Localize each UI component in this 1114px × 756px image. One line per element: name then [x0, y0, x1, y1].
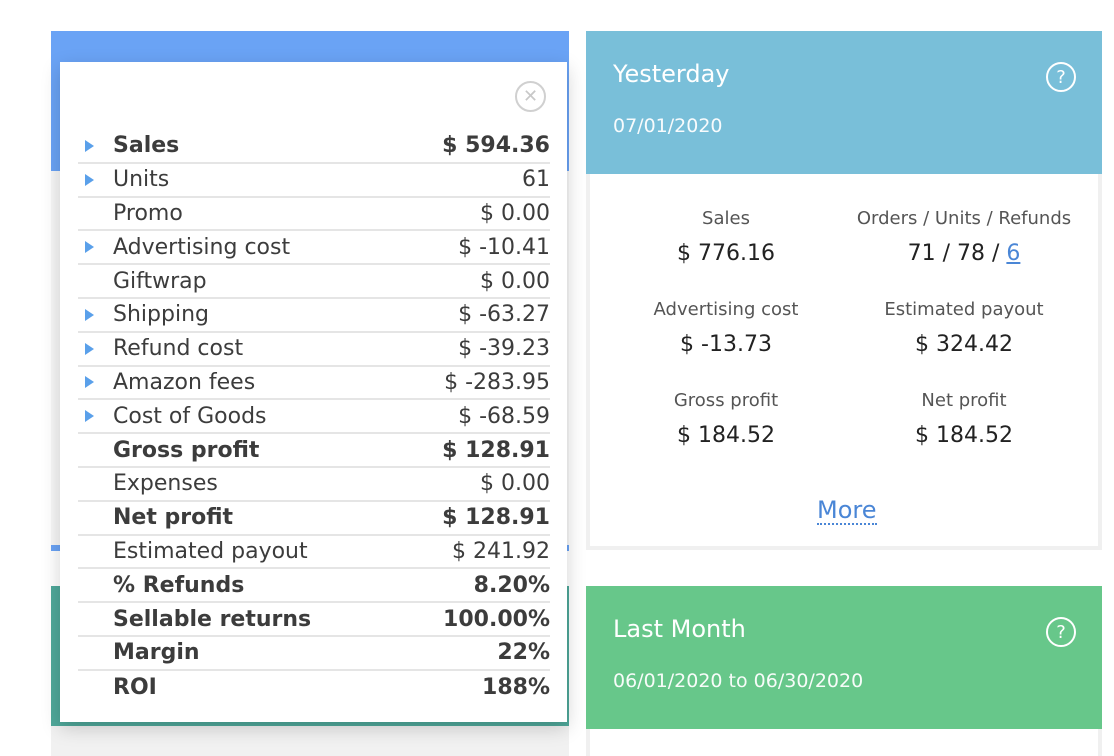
- stat-net-profit: Net profit $ 184.52: [844, 390, 1084, 448]
- breakdown-row: Giftwrap $ 0.00: [78, 265, 550, 299]
- row-label: Sellable returns: [113, 606, 312, 632]
- breakdown-row: Gross profit $ 128.91: [78, 434, 550, 468]
- stat-value: $ 184.52: [677, 423, 775, 448]
- stat-value: $ 324.42: [915, 332, 1013, 357]
- breakdown-row[interactable]: Amazon fees $ -283.95: [78, 367, 550, 401]
- stat-label: Estimated payout: [884, 299, 1044, 320]
- stat-advertising-cost: Advertising cost $ -13.73: [606, 299, 846, 357]
- card-date: 07/01/2020: [613, 115, 723, 137]
- breakdown-row: ROI 188%: [78, 671, 550, 705]
- row-label: Promo: [113, 200, 183, 226]
- stat-label: Gross profit: [673, 390, 779, 411]
- row-value: 100.00%: [443, 606, 550, 632]
- yesterday-card-body: Sales $ 776.16 Orders / Units / Refunds …: [590, 174, 1098, 546]
- stat-label: Sales: [702, 208, 750, 229]
- last-month-card: Last Month 06/01/2020 to 06/30/2020 ?: [586, 586, 1102, 756]
- expand-arrow-icon[interactable]: [85, 139, 94, 152]
- help-icon[interactable]: ?: [1046, 617, 1076, 647]
- breakdown-row[interactable]: Shipping $ -63.27: [78, 299, 550, 333]
- more-link[interactable]: More: [817, 497, 877, 526]
- expand-arrow-icon[interactable]: [85, 173, 94, 186]
- breakdown-row[interactable]: Refund cost $ -39.23: [78, 333, 550, 367]
- breakdown-row[interactable]: Cost of Goods $ -68.59: [78, 400, 550, 435]
- stat-value: 71 / 78 / 6: [844, 241, 1084, 266]
- breakdown-row: Sellable returns 100.00%: [78, 603, 550, 637]
- expand-arrow-icon[interactable]: [85, 410, 94, 423]
- expand-arrow-icon[interactable]: [85, 241, 94, 254]
- row-value: $ -10.41: [458, 234, 550, 260]
- breakdown-row: Net profit $ 128.91: [78, 502, 550, 536]
- stat-sales: Sales $ 776.16: [606, 208, 846, 266]
- row-value: 61: [522, 167, 550, 193]
- row-label: Refund cost: [113, 336, 244, 362]
- row-label: Giftwrap: [113, 268, 207, 294]
- row-value: $ -283.95: [444, 369, 550, 395]
- row-label: ROI: [113, 675, 157, 701]
- row-value: $ 0.00: [480, 200, 550, 226]
- row-label: Net profit: [113, 505, 234, 531]
- row-label: Cost of Goods: [113, 403, 267, 429]
- stat-value: $ 776.16: [677, 241, 775, 266]
- row-label: Margin: [113, 640, 200, 666]
- stat-orders: Orders / Units / Refunds 71 / 78 / 6: [844, 208, 1084, 266]
- row-value: $ 594.36: [442, 133, 550, 159]
- stat-estimated-payout: Estimated payout $ 324.42: [844, 299, 1084, 357]
- expand-arrow-icon[interactable]: [85, 342, 94, 355]
- breakdown-row[interactable]: Sales $ 594.36: [78, 130, 550, 164]
- breakdown-row: Estimated payout $ 241.92: [78, 536, 550, 570]
- row-label: Expenses: [113, 471, 218, 497]
- breakdown-table: Sales $ 594.36 Units 61 Promo $ 0.00 Advertisi…: [78, 130, 550, 705]
- yesterday-card-header: Yesterday 07/01/2020 ?: [586, 31, 1102, 174]
- card-title: Yesterday: [613, 60, 730, 88]
- breakdown-row[interactable]: Advertising cost $ -10.41: [78, 231, 550, 266]
- row-label: Shipping: [113, 302, 209, 328]
- stat-label: Advertising cost: [653, 299, 799, 320]
- breakdown-row[interactable]: Units 61: [78, 164, 550, 198]
- refunds-link[interactable]: 6: [1006, 241, 1020, 266]
- stat-label: Orders / Units / Refunds: [856, 208, 1072, 229]
- row-label: Amazon fees: [113, 369, 256, 395]
- stat-value: $ -13.73: [680, 332, 772, 357]
- row-value: $ -63.27: [458, 302, 550, 328]
- last-month-card-header: Last Month 06/01/2020 to 06/30/2020 ?: [586, 586, 1102, 729]
- help-icon[interactable]: ?: [1046, 62, 1076, 92]
- row-label: Advertising cost: [113, 234, 291, 260]
- row-value: $ 241.92: [452, 538, 550, 564]
- yesterday-card: Yesterday 07/01/2020 ? Sales $ 776.16 Or…: [586, 31, 1102, 550]
- stat-gross-profit: Gross profit $ 184.52: [606, 390, 846, 448]
- card-date-range: 06/01/2020 to 06/30/2020: [613, 670, 864, 692]
- close-icon[interactable]: ✕: [515, 81, 546, 112]
- row-value: $ -39.23: [458, 336, 550, 362]
- row-value: $ -68.59: [458, 403, 550, 429]
- row-value: $ 128.91: [442, 437, 550, 463]
- row-label: Units: [113, 167, 170, 193]
- row-value: $ 0.00: [480, 471, 550, 497]
- breakdown-row: Margin 22%: [78, 637, 550, 671]
- breakdown-row: Expenses $ 0.00: [78, 468, 550, 502]
- row-value: $ 0.00: [480, 268, 550, 294]
- row-value: $ 128.91: [442, 505, 550, 531]
- last-month-card-body: [590, 729, 1098, 756]
- breakdown-row: Promo $ 0.00: [78, 198, 550, 232]
- row-label: Estimated payout: [113, 538, 308, 564]
- orders-units-text: 71 / 78 /: [907, 241, 1007, 266]
- stat-label: Net profit: [921, 390, 1007, 411]
- expand-arrow-icon[interactable]: [85, 376, 94, 389]
- breakdown-row: % Refunds 8.20%: [78, 569, 550, 604]
- row-value: 22%: [497, 640, 550, 666]
- card-title: Last Month: [613, 615, 746, 643]
- row-label: Sales: [113, 133, 180, 159]
- row-value: 8.20%: [473, 572, 550, 598]
- breakdown-popup: ✕ Sales $ 594.36 Units 61 Promo $ 0.00 Adverti…: [60, 62, 567, 722]
- expand-arrow-icon[interactable]: [85, 308, 94, 321]
- stat-value: $ 184.52: [915, 423, 1013, 448]
- row-value: 188%: [482, 675, 550, 701]
- row-label: Gross profit: [113, 437, 260, 463]
- row-label: % Refunds: [113, 572, 245, 598]
